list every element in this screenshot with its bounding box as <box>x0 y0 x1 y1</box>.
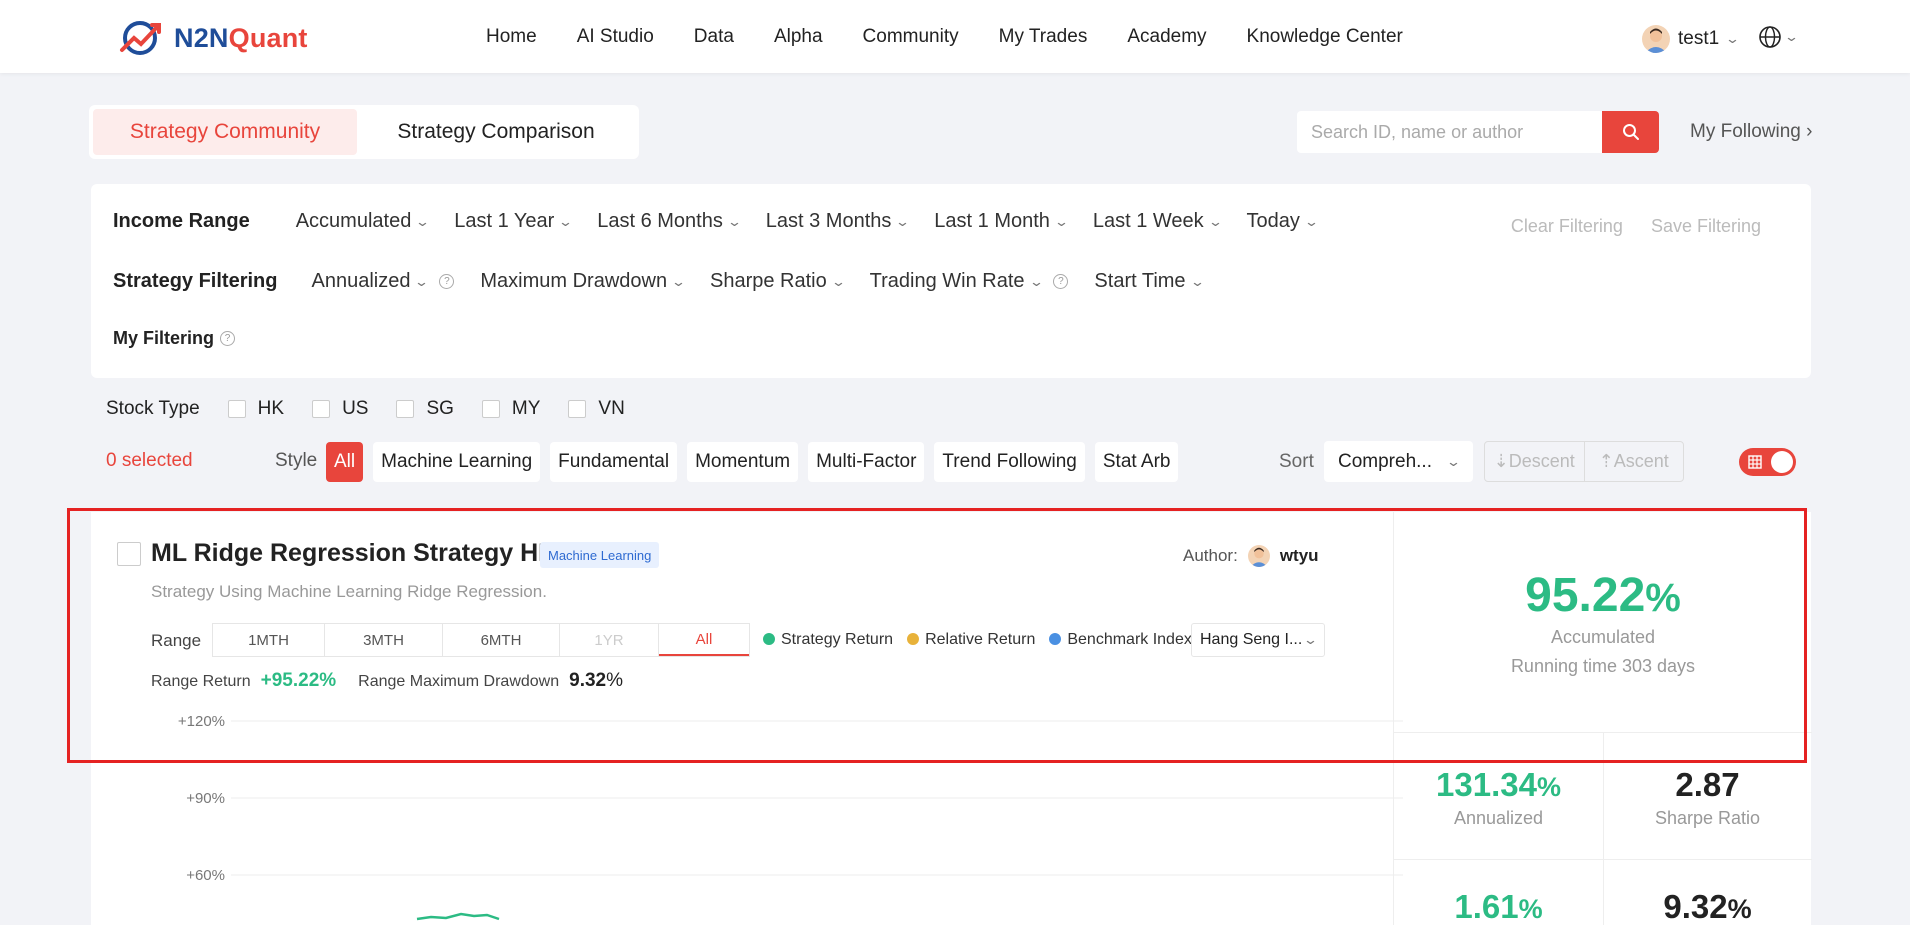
brand-logo[interactable]: N2NQuant <box>116 18 308 58</box>
help-icon[interactable]: ? <box>220 331 236 346</box>
save-filtering-button[interactable]: Save Filtering <box>1651 216 1761 237</box>
stock-my-checkbox[interactable]: MY <box>481 398 540 420</box>
highlight-box <box>67 508 1807 763</box>
chevron-down-icon: ⌄ <box>1445 453 1462 469</box>
start-time-dropdown[interactable]: Start Time ⌄ <box>1094 270 1204 293</box>
stock-us-checkbox[interactable]: US <box>312 398 368 420</box>
sort-order: ⇣ Descent ⇡ Ascent <box>1484 441 1684 482</box>
style-chip-multi-factor[interactable]: Multi-Factor <box>808 442 925 482</box>
nav-community[interactable]: Community <box>863 26 959 48</box>
my-filtering-label: My Filtering <box>113 328 215 348</box>
sharpe-ratio-dropdown[interactable]: Sharpe Ratio ⌄ <box>710 270 846 293</box>
trading-win-rate-dropdown[interactable]: Trading Win Rate ⌄? <box>870 270 1069 293</box>
logo-icon <box>120 21 161 55</box>
nav-knowledge-center[interactable]: Knowledge Center <box>1247 26 1403 48</box>
nav-academy[interactable]: Academy <box>1127 26 1206 48</box>
descent-button[interactable]: ⇣ Descent <box>1485 442 1585 481</box>
main-nav: Home AI Studio Data Alpha Community My T… <box>486 26 1443 48</box>
income-range-row: Income Range Accumulated ⌄ Last 1 Year ⌄ L… <box>113 210 1319 233</box>
nav-ai-studio[interactable]: AI Studio <box>577 26 654 48</box>
search-input[interactable] <box>1297 111 1602 153</box>
style-chip-trend-following[interactable]: Trend Following <box>934 442 1085 482</box>
tab-strategy-community[interactable]: Strategy Community <box>93 109 358 155</box>
search-button[interactable] <box>1602 111 1659 153</box>
nav-alpha[interactable]: Alpha <box>774 26 823 48</box>
view-toggle[interactable] <box>1739 448 1796 476</box>
globe-icon <box>1759 26 1781 48</box>
strategy-filtering-row: Strategy Filtering Annualized ⌄? Maximum … <box>113 270 1205 293</box>
my-following-link[interactable]: My Following › <box>1690 121 1812 143</box>
stock-hk-checkbox[interactable]: HK <box>227 398 284 420</box>
stock-vn-checkbox[interactable]: VN <box>568 398 625 420</box>
style-chip-fundamental[interactable]: Fundamental <box>550 442 678 482</box>
style-chip-momentum[interactable]: Momentum <box>687 442 799 482</box>
style-chip-all[interactable]: All <box>326 442 364 482</box>
user-menu[interactable]: test1 ⌄ <box>1642 25 1741 53</box>
sharpe-stat: 2.87 Sharpe Ratio <box>1654 766 1761 828</box>
search-bar <box>1297 111 1659 153</box>
nav-home[interactable]: Home <box>486 26 537 48</box>
stat-3: 1.61% <box>1454 888 1543 925</box>
filter-actions: Clear Filtering Save Filtering <box>1511 216 1761 237</box>
strategy-return-line <box>416 912 500 921</box>
chevron-right-icon: › <box>1806 121 1813 142</box>
style-chips: All Machine Learning Fundamental Momentu… <box>326 442 1179 482</box>
language-menu[interactable]: ⌄ <box>1758 25 1800 49</box>
stat-4: 9.32% <box>1663 888 1752 925</box>
chevron-down-icon: ⌄ <box>1725 31 1741 46</box>
my-filtering-row: My Filtering ? <box>113 328 236 349</box>
table-icon <box>1748 455 1762 469</box>
income-last-1-year-dropdown[interactable]: Last 1 Year ⌄ <box>454 210 573 233</box>
ascent-button[interactable]: ⇡ Ascent <box>1585 442 1684 481</box>
income-last-1-month-dropdown[interactable]: Last 1 Month ⌄ <box>934 210 1069 233</box>
style-chip-machine-learning[interactable]: Machine Learning <box>373 442 541 482</box>
help-icon: ? <box>439 274 455 289</box>
stock-type-label: Stock Type <box>106 398 200 419</box>
strategy-filtering-label: Strategy Filtering <box>113 270 278 292</box>
avatar <box>1642 25 1670 53</box>
chevron-down-icon: ⌄ <box>1783 29 1800 44</box>
top-nav: N2NQuant Home AI Studio Data Alpha Commu… <box>0 0 1910 73</box>
user-name: test1 <box>1678 28 1720 49</box>
income-accumulated-dropdown[interactable]: Accumulated ⌄ <box>296 210 431 233</box>
filter-panel: Income Range Accumulated ⌄ Last 1 Year ⌄ L… <box>91 184 1811 378</box>
sort-label: Sort <box>1279 451 1314 472</box>
tab-strategy-comparison[interactable]: Strategy Comparison <box>357 109 635 155</box>
y-tick-label: +90% <box>186 790 225 807</box>
clear-filtering-button[interactable]: Clear Filtering <box>1511 216 1623 237</box>
my-following-label: My Following <box>1690 121 1801 142</box>
stock-sg-checkbox[interactable]: SG <box>396 398 454 420</box>
nav-my-trades[interactable]: My Trades <box>999 26 1088 48</box>
annualized-dropdown[interactable]: Annualized ⌄? <box>311 270 455 293</box>
sort-select[interactable]: Compreh... ⌄ <box>1324 441 1473 482</box>
style-label: Style <box>275 450 318 471</box>
nav-data[interactable]: Data <box>694 26 734 48</box>
stock-type-row: Stock Type HK US SG MY VN <box>106 398 625 420</box>
brand-name-part2: Quant <box>228 22 308 53</box>
income-last-1-week-dropdown[interactable]: Last 1 Week ⌄ <box>1093 210 1223 233</box>
selected-count: 0 selected <box>106 450 193 471</box>
page-tabs: Strategy Community Strategy Comparison <box>89 105 639 159</box>
income-range-label: Income Range <box>113 210 250 232</box>
help-icon: ? <box>1053 274 1069 289</box>
search-icon <box>1622 124 1639 140</box>
brand-name-part1: N2N <box>174 22 229 53</box>
income-last-3-months-dropdown[interactable]: Last 3 Months ⌄ <box>766 210 911 233</box>
max-drawdown-dropdown[interactable]: Maximum Drawdown ⌄ <box>480 270 686 293</box>
income-today-dropdown[interactable]: Today ⌄ <box>1247 210 1319 233</box>
y-tick-label: +60% <box>186 867 225 884</box>
income-last-6-months-dropdown[interactable]: Last 6 Months ⌄ <box>597 210 742 233</box>
annualized-stat: 131.34% Annualized <box>1436 766 1561 828</box>
style-chip-stat-arb[interactable]: Stat Arb <box>1094 442 1179 482</box>
